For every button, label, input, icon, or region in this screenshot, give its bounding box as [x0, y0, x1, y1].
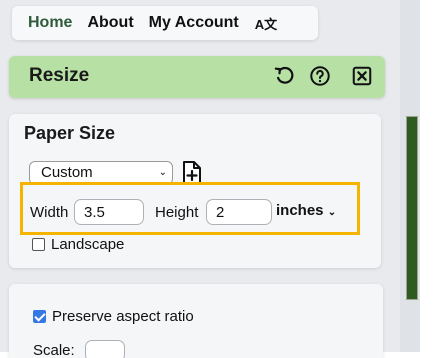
scale-field[interactable] — [84, 340, 125, 358]
undo-icon[interactable] — [274, 65, 296, 87]
preserve-aspect-label: Preserve aspect ratio — [52, 308, 194, 325]
app-screenshot: Home About My Account A文 Resize Paper Si… — [0, 0, 443, 358]
landscape-checkbox[interactable] — [32, 238, 45, 251]
height-field[interactable] — [206, 199, 272, 225]
paper-dimensions-highlight: Width Height inches ⌄ — [20, 182, 360, 235]
panel-title: Resize — [29, 65, 90, 86]
width-label: Width — [30, 204, 69, 221]
preview-frame-edge — [406, 116, 418, 300]
paper-size-title: Paper Size — [24, 123, 116, 143]
height-label: Height — [155, 204, 199, 221]
landscape-label: Landscape — [51, 236, 125, 253]
preserve-aspect-checkbox[interactable] — [33, 310, 46, 323]
units-select-value: inches — [276, 202, 324, 219]
chevron-down-icon: ⌄ — [327, 207, 337, 218]
scale-row: Scale: — [33, 340, 125, 358]
units-select[interactable]: inches ⌄ — [276, 202, 336, 219]
scale-label: Scale: — [33, 341, 75, 358]
nav-about[interactable]: About — [87, 14, 133, 32]
chevron-down-icon: ⌄ — [158, 167, 167, 178]
paper-size-select-value: Custom — [41, 164, 93, 181]
help-icon[interactable] — [309, 65, 331, 87]
translate-icon[interactable]: A文 — [255, 14, 277, 33]
nav-my-account[interactable]: My Account — [149, 14, 239, 32]
top-nav: Home About My Account A文 — [12, 6, 318, 40]
nav-home[interactable]: Home — [28, 14, 72, 32]
close-icon[interactable] — [351, 65, 373, 87]
resize-panel-header: Resize — [9, 56, 385, 98]
landscape-option[interactable]: Landscape — [32, 236, 124, 253]
width-field[interactable] — [74, 199, 144, 225]
preserve-aspect-option[interactable]: Preserve aspect ratio — [33, 308, 194, 325]
